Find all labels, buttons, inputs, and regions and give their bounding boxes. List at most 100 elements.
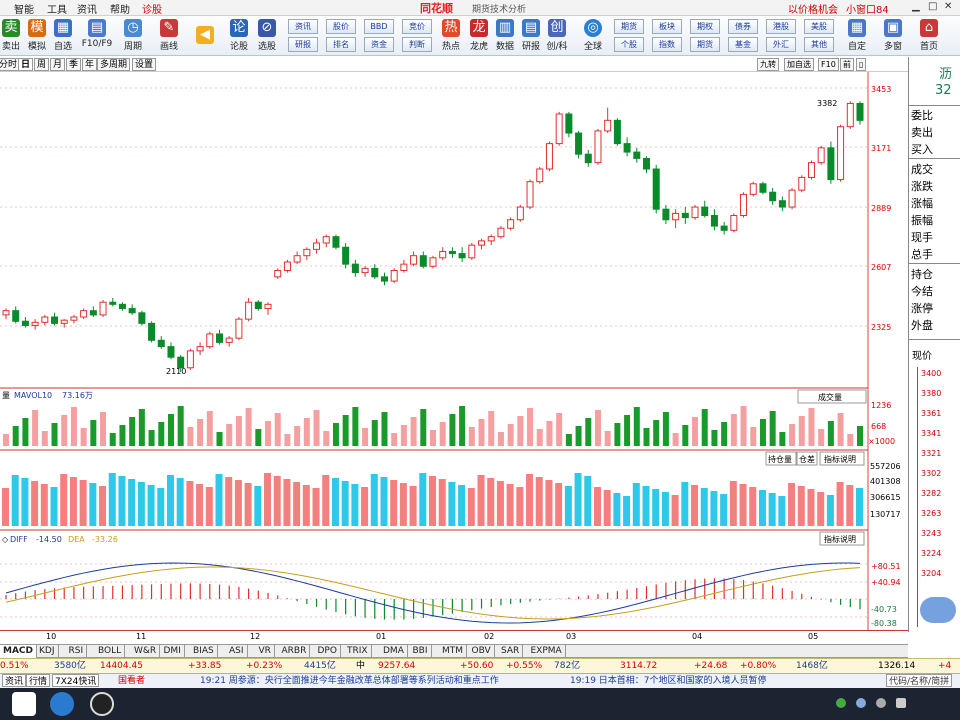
menu-item-tools[interactable]: 工具 — [47, 1, 67, 16]
home-button[interactable]: ⌂ 首页 — [912, 18, 946, 54]
menu-opportunity[interactable]: 以价格机会 — [788, 1, 838, 16]
indicator-tab-dpo[interactable]: DPO — [315, 645, 341, 658]
menu-item-news[interactable]: 资讯 — [77, 1, 97, 16]
futures2-tab-button[interactable]: 期货 — [690, 37, 720, 52]
f10-button[interactable]: ▤ F10/F9 — [80, 18, 114, 54]
maximize-icon[interactable]: □ — [928, 1, 937, 12]
indicator-tab-vr[interactable]: VR — [256, 645, 275, 658]
minimize-icon[interactable]: ▁ — [912, 1, 920, 12]
price-tab-button[interactable]: 股价 — [326, 19, 356, 34]
research-tab-button[interactable]: 研报 — [288, 37, 318, 52]
tab-quarterly[interactable]: 季 — [66, 58, 82, 71]
watchlist-button[interactable]: ▦ 自选 — [46, 18, 80, 54]
close-icon[interactable]: ✕ — [944, 1, 952, 12]
tab-weekly[interactable]: 周 — [34, 58, 50, 71]
news-tab-market[interactable]: 行情 — [26, 674, 51, 687]
indicator-tab-sar[interactable]: SAR — [498, 645, 524, 658]
period-button[interactable]: ◷ 周期 — [116, 18, 150, 54]
f10-tab-button[interactable]: F10 — [818, 58, 839, 71]
menu-small-window[interactable]: 小窗口84 — [846, 1, 889, 16]
volume-dropdown-label: 成交量 — [818, 392, 842, 402]
indicator-tab-obv[interactable]: OBV — [469, 645, 495, 658]
news-item-2[interactable]: 19:19 日本首相：7个地区和国家的入境人员暂停 — [570, 674, 767, 688]
indicator-tab-macd[interactable]: MACD — [0, 645, 37, 658]
judge-tab-button[interactable]: 判断 — [402, 37, 432, 52]
oi-bar — [2, 488, 9, 526]
menu-item-smart[interactable]: 智能 — [14, 1, 34, 16]
auction-tab-button[interactable]: 竞价 — [402, 19, 432, 34]
futures-tab-button[interactable]: 期货 — [614, 19, 644, 34]
indicator-tab-dmi[interactable]: DMI — [161, 645, 185, 658]
sector-tab-button[interactable]: 板块 — [652, 19, 682, 34]
indicator-tab-boll[interactable]: BOLL — [95, 645, 126, 658]
board-button[interactable]: 创 创/科 — [540, 18, 574, 54]
custom-button[interactable]: ▦ 自定 — [840, 18, 874, 54]
indicator-tab-arbr[interactable]: ARBR — [279, 645, 311, 658]
back-button[interactable]: ◀ — [188, 18, 222, 54]
us-tab-button[interactable]: 美股 — [804, 19, 834, 34]
news-item-1[interactable]: 19:21 周参源：央行全面推进今年金融改革总体部署等系列活动和重点工作 — [200, 674, 499, 688]
tab-settings[interactable]: 设置 — [132, 58, 157, 71]
diff-label: DIFF — [10, 535, 28, 544]
candle-body — [186, 350, 194, 369]
menu-item-diagnose[interactable]: 诊股 — [142, 1, 162, 16]
volume-tray-icon[interactable] — [876, 698, 886, 708]
start-menu-icon[interactable] — [12, 692, 36, 716]
indicator-tab-trix[interactable]: TRIX — [344, 645, 372, 658]
indicator-tab-rsi[interactable]: RSI — [66, 645, 88, 658]
chart-canvas[interactable]: 3453 3171 2889 2607 2325 3382 2110 量 MAV… — [0, 72, 908, 641]
chart-area[interactable]: 3453 3171 2889 2607 2325 3382 2110 量 MAV… — [0, 72, 908, 641]
candle-body — [516, 206, 524, 221]
network-tray-icon[interactable] — [856, 698, 866, 708]
index-tab-button[interactable]: 指数 — [652, 37, 682, 52]
volume-bar — [216, 432, 223, 446]
code-search-input[interactable]: 代码/名称/简拼 — [886, 674, 953, 687]
indicator-tab-kdj[interactable]: KDJ — [36, 645, 59, 658]
draw-line-button[interactable]: ✎ 画线 — [152, 18, 186, 54]
sell-icon: 卖 — [2, 19, 20, 37]
indicator-tab-bias[interactable]: BIAS — [190, 645, 218, 658]
news-title[interactable]: 国看者 — [118, 674, 145, 688]
news-tab-info[interactable]: 资讯 — [2, 674, 27, 687]
add-watchlist-button[interactable]: 加自选 — [784, 58, 814, 71]
hk-tab-button[interactable]: 港股 — [766, 19, 796, 34]
indicator-tab-dma[interactable]: DMA — [380, 645, 408, 658]
ranking-tab-button[interactable]: 排名 — [326, 37, 356, 52]
browser-icon[interactable] — [50, 692, 74, 716]
oi-bar — [264, 473, 272, 526]
indicator-tab-mtm[interactable]: MTM — [439, 645, 468, 658]
tab-intraday[interactable]: 分时 — [0, 58, 21, 71]
menu-item-help[interactable]: 帮助 — [110, 1, 130, 16]
oi-bar — [429, 476, 436, 526]
bbd-tab-button[interactable]: BBD — [364, 19, 394, 34]
news-tab-7x24[interactable]: 7X24快讯 — [52, 674, 100, 687]
ime-tray-icon[interactable] — [896, 698, 906, 708]
tab-multi-period[interactable]: 多周期 — [97, 58, 131, 71]
multiwindow-button[interactable]: ▣ 多窗 — [876, 18, 910, 54]
tab-daily[interactable]: 日 — [18, 58, 34, 71]
indicator-tab-bbi[interactable]: BBI — [410, 645, 432, 658]
indicator-tab-asi[interactable]: ASI — [226, 645, 248, 658]
global-button[interactable]: ◎ 全球 — [576, 18, 610, 54]
select-stock-button[interactable]: ⊘ 选股 — [250, 18, 284, 54]
indicator-tab-expma[interactable]: EXPMA — [528, 645, 566, 658]
wechat-tray-icon[interactable] — [836, 698, 846, 708]
forex-tab-button[interactable]: 外汇 — [766, 37, 796, 52]
prev-button[interactable]: 前 — [840, 58, 854, 71]
other-tab-button[interactable]: 其他 — [804, 37, 834, 52]
bond-tab-button[interactable]: 债券 — [728, 19, 758, 34]
media-icon[interactable] — [90, 692, 114, 716]
fund-tab-button[interactable]: 基金 — [728, 37, 758, 52]
news-tab-button[interactable]: 资讯 — [288, 19, 318, 34]
ticker-value: 1468亿 — [796, 661, 828, 671]
tab-yearly[interactable]: 年 — [82, 58, 98, 71]
panel-toggle-icon[interactable]: ▯ — [856, 58, 867, 71]
nine-turn-button[interactable]: 九转 — [757, 58, 779, 71]
open-interest-bars — [2, 473, 863, 526]
stock-tab-button[interactable]: 个股 — [614, 37, 644, 52]
options-tab-button[interactable]: 期权 — [690, 19, 720, 34]
indicator-tab-wr[interactable]: W&R — [131, 645, 161, 658]
tab-monthly[interactable]: 月 — [50, 58, 66, 71]
funds-tab-button[interactable]: 资金 — [364, 37, 394, 52]
oi-bar — [21, 478, 29, 526]
